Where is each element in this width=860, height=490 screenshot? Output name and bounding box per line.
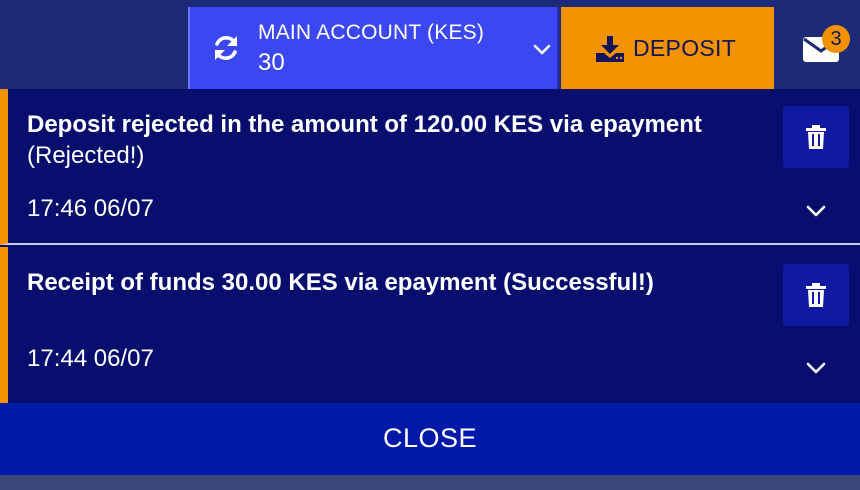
top-bar-spacer <box>0 8 188 89</box>
notification-time: 17:46 06/07 <box>27 195 154 222</box>
notification-status: (Rejected!) <box>27 142 145 169</box>
delete-button[interactable] <box>783 106 849 168</box>
deposit-label: DEPOSIT <box>633 35 737 61</box>
notification-item[interactable]: Deposit rejected in the amount of 120.00… <box>0 89 860 245</box>
account-balance: 30 <box>258 49 285 76</box>
account-label: MAIN ACCOUNT (KES) <box>258 21 485 44</box>
messages-button[interactable]: 3 <box>776 7 860 89</box>
delete-button[interactable] <box>783 264 849 326</box>
notification-item[interactable]: Receipt of funds 30.00 KES via epayment … <box>0 247 860 403</box>
top-bar: MAIN ACCOUNT (KES) 30 DEPOSIT 3 <box>0 0 860 89</box>
trash-icon <box>806 283 826 307</box>
message-count-badge: 3 <box>822 25 850 53</box>
backdrop <box>0 475 860 490</box>
deposit-button[interactable]: DEPOSIT <box>561 7 774 89</box>
trash-icon <box>806 125 826 149</box>
close-label: CLOSE <box>382 423 478 453</box>
chevron-down-icon[interactable] <box>805 361 827 375</box>
chevron-down-icon[interactable] <box>805 204 827 218</box>
notification-text: Deposit rejected in the amount of 120.00… <box>27 111 702 138</box>
close-button[interactable]: CLOSE <box>0 403 860 475</box>
notification-title: Receipt of funds 30.00 KES via epayment … <box>27 267 787 298</box>
notification-time: 17:44 06/07 <box>27 345 154 372</box>
account-selector[interactable]: MAIN ACCOUNT (KES) 30 <box>188 7 559 89</box>
refresh-icon[interactable] <box>210 32 242 64</box>
notification-title: Deposit rejected in the amount of 120.00… <box>27 109 787 171</box>
download-icon <box>596 36 624 62</box>
notifications-panel: Deposit rejected in the amount of 120.00… <box>0 89 860 403</box>
notification-text: Receipt of funds 30.00 KES via epayment … <box>27 269 654 296</box>
chevron-down-icon[interactable] <box>532 43 552 57</box>
